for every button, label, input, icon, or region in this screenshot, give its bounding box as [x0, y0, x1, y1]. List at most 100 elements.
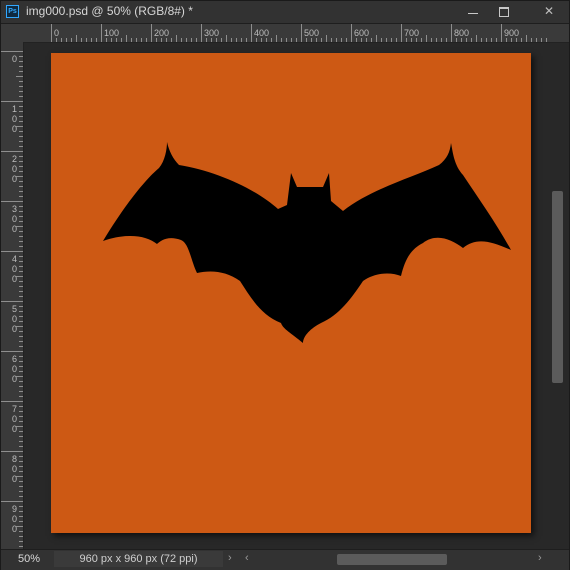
ruler-minor-tick — [19, 291, 23, 292]
ruler-minor-tick — [386, 38, 387, 42]
ruler-minor-tick — [19, 446, 23, 447]
ruler-minor-tick — [19, 316, 23, 317]
ruler-minor-tick — [19, 516, 23, 517]
ruler-minor-tick — [416, 38, 417, 42]
ruler-origin[interactable] — [1, 24, 24, 43]
ruler-minor-tick — [216, 38, 217, 42]
document-tab-bar: Ps img000.psd @ 50% (RGB/8#) * ✕ — [1, 1, 569, 24]
ruler-tick — [1, 401, 23, 402]
ruler-minor-tick — [19, 441, 23, 442]
ruler-label: 300 — [11, 204, 17, 234]
ruler-minor-tick — [19, 71, 23, 72]
ruler-minor-tick — [19, 411, 23, 412]
ruler-minor-tick — [19, 136, 23, 137]
ruler-minor-tick — [486, 38, 487, 42]
vertical-ruler[interactable]: 0 100 200 300 400 500 600 700 800 900 — [1, 42, 24, 549]
ruler-minor-tick — [19, 66, 23, 67]
ruler-minor-tick — [19, 416, 23, 417]
ruler-minor-tick — [19, 266, 23, 267]
ruler-minor-tick — [19, 466, 23, 467]
zoom-level-field[interactable]: 50% — [18, 553, 40, 565]
scroll-right-icon[interactable]: › — [538, 552, 542, 564]
ruler-minor-tick — [16, 476, 23, 477]
ruler-label: 500 — [304, 28, 320, 38]
ruler-tick — [1, 101, 23, 102]
ruler-tick — [101, 24, 102, 42]
document-info[interactable]: 960 px x 960 px (72 ppi) — [54, 551, 223, 567]
ruler-minor-tick — [19, 86, 23, 87]
ruler-minor-tick — [19, 61, 23, 62]
ruler-minor-tick — [456, 38, 457, 42]
ruler-minor-tick — [261, 38, 262, 42]
vertical-scrollbar[interactable] — [549, 43, 569, 549]
ruler-minor-tick — [121, 38, 122, 42]
ruler-minor-tick — [81, 38, 82, 42]
ruler-tick — [1, 51, 23, 52]
ruler-minor-tick — [361, 38, 362, 42]
ruler-minor-tick — [431, 38, 432, 42]
ruler-tick — [1, 451, 23, 452]
ruler-minor-tick — [19, 431, 23, 432]
ruler-tick — [1, 251, 23, 252]
ruler-minor-tick — [521, 38, 522, 42]
ruler-minor-tick — [276, 35, 277, 42]
ruler-minor-tick — [19, 536, 23, 537]
ruler-minor-tick — [19, 461, 23, 462]
ruler-minor-tick — [146, 38, 147, 42]
ruler-tick — [51, 24, 52, 42]
ruler-label: 100 — [104, 28, 120, 38]
ruler-minor-tick — [19, 286, 23, 287]
ruler-minor-tick — [19, 111, 23, 112]
ruler-label: 200 — [154, 28, 170, 38]
ruler-minor-tick — [491, 38, 492, 42]
ruler-minor-tick — [186, 38, 187, 42]
ruler-minor-tick — [19, 211, 23, 212]
ruler-tick — [1, 351, 23, 352]
ruler-minor-tick — [19, 166, 23, 167]
status-menu-arrow-icon[interactable]: › — [228, 552, 232, 564]
ruler-minor-tick — [291, 38, 292, 42]
ruler-minor-tick — [111, 38, 112, 42]
ruler-minor-tick — [191, 38, 192, 42]
ruler-minor-tick — [541, 38, 542, 42]
ruler-minor-tick — [19, 236, 23, 237]
ruler-minor-tick — [221, 38, 222, 42]
horizontal-scroll-thumb[interactable] — [337, 554, 447, 565]
ruler-minor-tick — [306, 38, 307, 42]
ruler-minor-tick — [341, 38, 342, 42]
ruler-minor-tick — [19, 531, 23, 532]
ruler-minor-tick — [156, 38, 157, 42]
ruler-tick — [401, 24, 402, 42]
horizontal-ruler[interactable]: 0 100 200 300 400 500 600 700 800 900 — [23, 24, 569, 43]
horizontal-scrollbar[interactable] — [249, 554, 539, 565]
ruler-tick — [251, 24, 252, 42]
ruler-minor-tick — [286, 38, 287, 42]
ruler-minor-tick — [19, 486, 23, 487]
ruler-minor-tick — [126, 35, 127, 42]
ruler-minor-tick — [19, 171, 23, 172]
ruler-tick — [351, 24, 352, 42]
minimize-button[interactable] — [459, 3, 487, 20]
close-button[interactable]: ✕ — [532, 3, 566, 20]
ruler-minor-tick — [19, 541, 23, 542]
ruler-minor-tick — [16, 76, 23, 77]
ruler-minor-tick — [531, 38, 532, 42]
ruler-minor-tick — [19, 296, 23, 297]
ruler-minor-tick — [19, 366, 23, 367]
ruler-minor-tick — [16, 526, 23, 527]
vertical-scroll-thumb[interactable] — [552, 191, 563, 383]
ruler-minor-tick — [281, 38, 282, 42]
ruler-minor-tick — [19, 471, 23, 472]
ruler-minor-tick — [19, 521, 23, 522]
ruler-minor-tick — [16, 376, 23, 377]
ruler-minor-tick — [91, 38, 92, 42]
ruler-minor-tick — [296, 38, 297, 42]
maximize-button[interactable] — [490, 3, 518, 20]
document-tab-title[interactable]: img000.psd @ 50% (RGB/8#) * — [26, 4, 193, 18]
document-canvas[interactable] — [51, 53, 531, 533]
ruler-label: 600 — [11, 354, 17, 384]
ruler-minor-tick — [19, 311, 23, 312]
ruler-minor-tick — [536, 38, 537, 42]
ruler-minor-tick — [271, 38, 272, 42]
ruler-tick — [301, 24, 302, 42]
